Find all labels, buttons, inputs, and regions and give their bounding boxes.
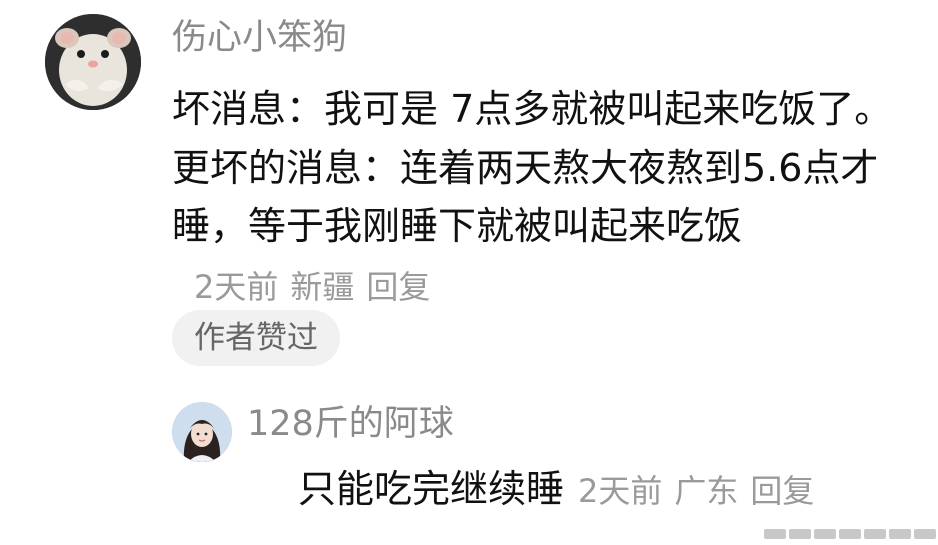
reply-body: 只能吃完继续睡 2天前 广东 回复 bbox=[298, 465, 826, 515]
comment-meta: 2天前 新疆 回复 bbox=[194, 268, 442, 306]
girl-avatar-icon[interactable] bbox=[172, 402, 232, 462]
comment-username[interactable]: 伤心小笨狗 bbox=[172, 16, 347, 60]
reply-button[interactable]: 回复 bbox=[366, 268, 430, 306]
comment-body: 坏消息：我可是 7点多就被叫起来吃饭了。更坏的消息：连着两天熬大夜熬到5.6点才… bbox=[172, 80, 912, 316]
comment-location: 新疆 bbox=[290, 267, 355, 306]
watermark-icon bbox=[764, 529, 936, 539]
reply-meta: 2天前 广东 回复 bbox=[578, 472, 826, 510]
hamster-avatar-icon[interactable] bbox=[45, 14, 141, 110]
comment-time: 2天前 bbox=[194, 267, 279, 306]
reply-reply-button[interactable]: 回复 bbox=[750, 472, 814, 510]
reply-location: 广东 bbox=[674, 472, 739, 510]
author-liked-badge: 作者赞过 bbox=[172, 310, 340, 366]
comment-text: 坏消息：我可是 7点多就被叫起来吃饭了。更坏的消息：连着两天熬大夜熬到5.6点才… bbox=[172, 87, 893, 248]
reply-username[interactable]: 128斤的阿球 bbox=[247, 402, 454, 446]
reply-text: 只能吃完继续睡 bbox=[298, 467, 565, 511]
reply-time: 2天前 bbox=[578, 472, 663, 510]
